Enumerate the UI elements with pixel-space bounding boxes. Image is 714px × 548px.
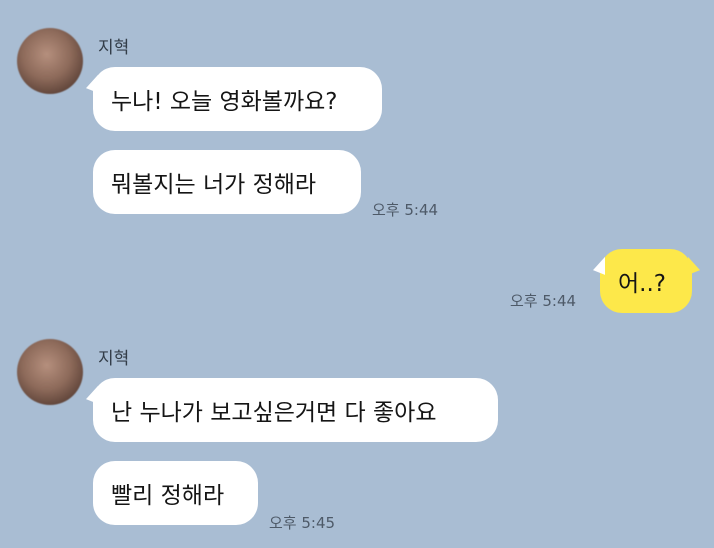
- message-text: 누나! 오늘 영화볼까요?: [111, 89, 338, 115]
- message-text: 뭐볼지는 너가 정해라: [111, 172, 317, 198]
- message-text: 난 누나가 보고싶은거면 다 좋아요: [111, 400, 437, 426]
- avatar[interactable]: [17, 28, 83, 94]
- message-bubble[interactable]: 난 누나가 보고싶은거면 다 좋아요: [93, 378, 498, 442]
- message-text: 어..?: [618, 271, 666, 297]
- sender-name: 지혁: [98, 349, 130, 369]
- message-bubble[interactable]: 누나! 오늘 영화볼까요?: [93, 67, 382, 131]
- avatar[interactable]: [17, 339, 83, 405]
- my-message-bubble[interactable]: 어..?: [600, 249, 692, 313]
- message-bubble[interactable]: 빨리 정해라: [93, 461, 258, 525]
- sender-name: 지혁: [98, 38, 130, 58]
- message-text: 빨리 정해라: [111, 483, 225, 509]
- message-bubble[interactable]: 뭐볼지는 너가 정해라: [93, 150, 361, 214]
- message-timestamp: 오후 5:44: [510, 292, 577, 310]
- message-timestamp: 오후 5:44: [372, 201, 439, 219]
- message-timestamp: 오후 5:45: [269, 514, 336, 532]
